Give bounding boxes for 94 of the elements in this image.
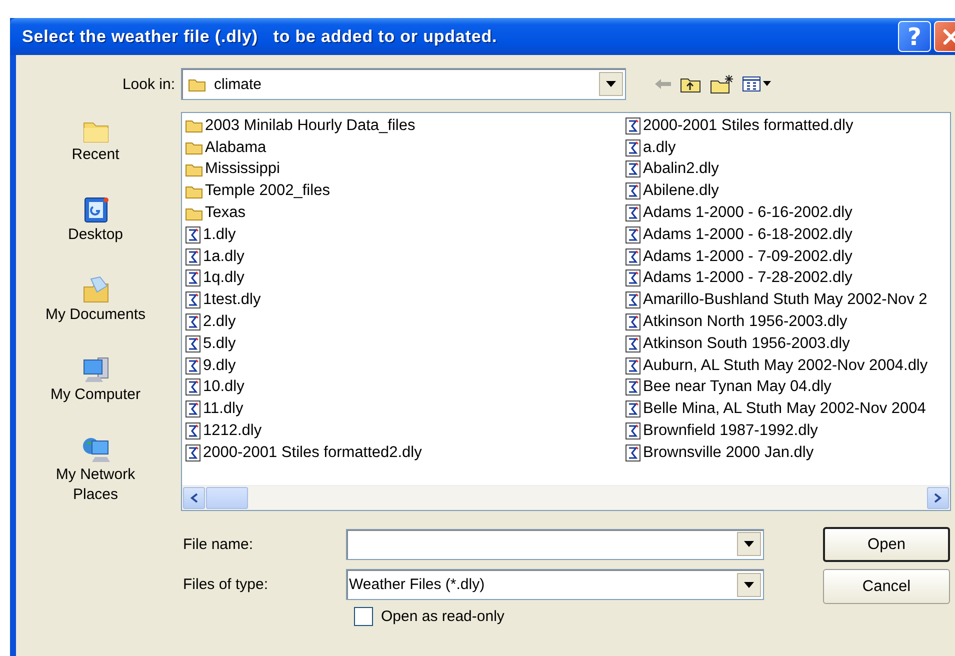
document-icon	[185, 334, 201, 353]
scroll-right-button[interactable]	[927, 487, 949, 509]
window-title: Select the weather file (.dly) to be added to or updated.	[22, 26, 498, 46]
document-icon	[625, 378, 641, 396]
places-item[interactable]: My Computer	[20, 355, 170, 435]
document-icon	[625, 160, 641, 178]
file-list-item[interactable]: Texas	[185, 202, 625, 224]
file-list-item[interactable]: 2000-2001 Stiles formatted2.dly	[185, 442, 625, 464]
computer-icon	[80, 355, 110, 385]
document-icon	[625, 400, 641, 418]
close-icon	[940, 26, 955, 46]
documents-folder-icon	[80, 275, 110, 305]
new-folder-icon[interactable]	[710, 74, 734, 94]
file-name-label: File name:	[182, 536, 254, 553]
file-list-item[interactable]: Atkinson South 1956-2003.dly	[625, 332, 950, 355]
file-list-item[interactable]: Adams 1-2000 - 6-16-2002.dly	[625, 202, 950, 224]
read-only-checkbox[interactable]	[354, 607, 373, 626]
document-icon	[625, 291, 641, 310]
document-icon	[185, 378, 201, 396]
document-icon	[185, 422, 201, 440]
look-in-label: Look in:	[121, 76, 176, 92]
file-list-item[interactable]: 11.dly	[185, 398, 625, 420]
document-icon	[185, 444, 201, 462]
file-list-item[interactable]: 1212.dly	[185, 420, 625, 442]
document-icon	[625, 422, 641, 440]
file-name-field[interactable]	[346, 529, 764, 560]
file-list-item[interactable]: Abalin2.dly	[625, 158, 950, 180]
document-icon	[625, 226, 641, 244]
places-item[interactable]: Desktop	[20, 195, 170, 275]
folder-icon	[185, 184, 203, 199]
file-list-item[interactable]: 5.dly	[185, 332, 625, 355]
read-only-label: Open as read-only	[381, 608, 504, 625]
file-list-item[interactable]: a.dly	[625, 136, 950, 159]
horizontal-scrollbar[interactable]	[182, 485, 950, 510]
open-button[interactable]: Open	[823, 527, 950, 562]
document-icon	[625, 313, 641, 332]
scroll-left-button[interactable]	[183, 487, 205, 509]
folder-icon	[185, 206, 203, 221]
network-icon	[80, 435, 110, 465]
file-list-item[interactable]: 2.dly	[185, 311, 625, 333]
file-list-item[interactable]: 9.dly	[185, 354, 625, 377]
document-icon	[625, 444, 641, 462]
file-list-item[interactable]: 1a.dly	[185, 246, 625, 268]
file-list-item[interactable]: 10.dly	[185, 376, 625, 398]
document-icon	[185, 313, 201, 332]
document-icon	[185, 248, 201, 266]
document-icon	[185, 400, 201, 418]
document-icon	[625, 138, 641, 157]
document-icon	[625, 248, 641, 266]
document-icon	[625, 334, 641, 353]
file-list-item[interactable]: Brownfield 1987-1992.dly	[625, 420, 950, 442]
document-icon	[625, 182, 641, 200]
file-list-item[interactable]: Auburn, AL Stuth May 2002-Nov 2004.dly	[625, 354, 950, 377]
help-button[interactable]: ?	[898, 21, 931, 52]
file-type-dropdown[interactable]: Weather Files (*.dly)	[346, 569, 764, 600]
document-icon	[625, 356, 641, 375]
document-icon	[185, 269, 201, 288]
file-list-item[interactable]: Alabama	[185, 136, 625, 159]
look-in-dropdown[interactable]: climate	[181, 68, 626, 100]
folder-icon	[188, 76, 206, 92]
places-item[interactable]: My Documents	[20, 275, 170, 355]
scroll-thumb[interactable]	[206, 487, 248, 509]
file-list-item[interactable]: Belle Mina, AL Stuth May 2002-Nov 2004	[625, 398, 950, 420]
file-list-item[interactable]: Brownsville 2000 Jan.dly	[625, 442, 950, 464]
file-type-label: Files of type:	[182, 576, 270, 593]
file-list-item[interactable]: Adams 1-2000 - 7-28-2002.dly	[625, 268, 950, 290]
view-menu-icon[interactable]	[742, 75, 772, 93]
document-icon	[185, 226, 201, 244]
document-icon	[625, 269, 641, 288]
places-item[interactable]: My Network Places	[20, 435, 170, 515]
folder-icon	[185, 118, 203, 134]
document-icon	[185, 291, 201, 310]
file-list-item[interactable]: Temple 2002_files	[185, 180, 625, 202]
file-list-item[interactable]: Adams 1-2000 - 6-18-2002.dly	[625, 224, 950, 246]
cancel-button[interactable]: Cancel	[823, 569, 950, 604]
folder-icon	[185, 140, 203, 156]
file-list-item[interactable]: Abilene.dly	[625, 180, 950, 202]
file-list-item[interactable]: Adams 1-2000 - 7-09-2002.dly	[625, 246, 950, 268]
file-list-item[interactable]: 2003 Minilab Hourly Data_files	[185, 115, 625, 137]
file-list-item[interactable]: 1.dly	[185, 224, 625, 246]
chevron-left-icon	[190, 493, 198, 503]
file-list-item[interactable]: Atkinson North 1956-2003.dly	[625, 311, 950, 333]
chevron-right-icon	[934, 493, 942, 503]
file-list-item[interactable]: 2000-2001 Stiles formatted.dly	[625, 115, 950, 137]
file-list-item[interactable]: Mississippi	[185, 158, 625, 180]
folder-icon	[185, 162, 203, 177]
document-icon	[625, 204, 641, 222]
document-icon	[185, 356, 201, 375]
file-list-item[interactable]: Bee near Tynan May 04.dly	[625, 376, 950, 398]
file-list-item[interactable]: Amarillo-Bushland Stuth May 2002-Nov 2	[625, 289, 950, 312]
file-list-item[interactable]: 1q.dly	[185, 268, 625, 290]
file-list-item[interactable]: 1test.dly	[185, 289, 625, 312]
places-item[interactable]: Recent	[20, 115, 170, 195]
document-icon	[625, 116, 641, 135]
